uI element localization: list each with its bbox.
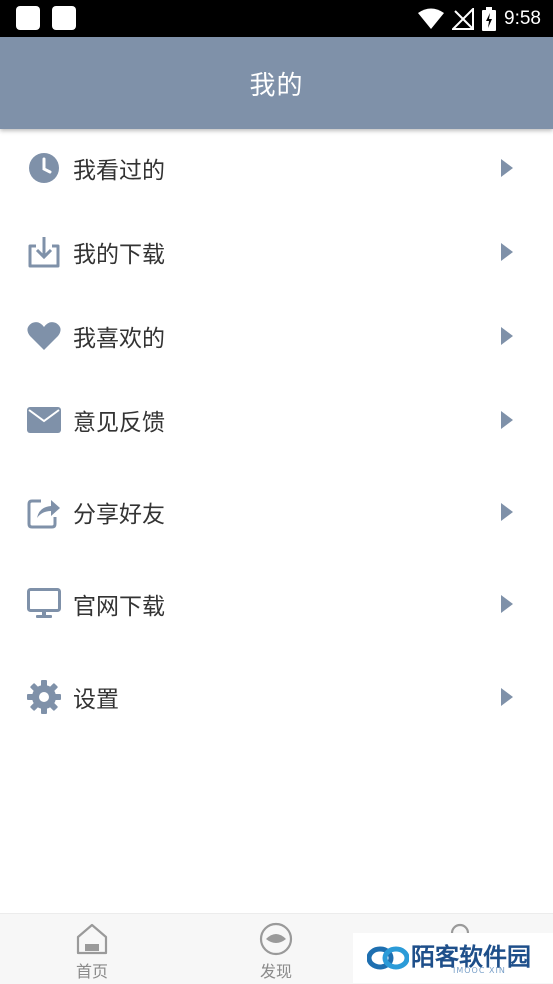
app-header: 我的: [0, 37, 553, 129]
watermark-logo-icon: [367, 946, 409, 970]
menu-item-downloads[interactable]: 我的下载: [0, 222, 553, 282]
battery-charging-icon: [482, 6, 497, 31]
chevron-right-icon: [501, 688, 513, 706]
history-clock-icon: [26, 150, 62, 186]
watermark: 陌客软件园 IMOOC XIN: [353, 933, 553, 983]
menu-item-label: 分享好友: [73, 502, 165, 528]
status-time: 9:58: [504, 7, 541, 29]
menu-item-website-download[interactable]: 官网下载: [0, 574, 553, 634]
tab-label: 发现: [259, 962, 292, 981]
watermark-subtext: IMOOC XIN: [453, 966, 506, 975]
menu-item-label: 官网下载: [73, 594, 165, 620]
menu-item-share[interactable]: 分享好友: [0, 482, 553, 542]
menu-item-label: 我喜欢的: [73, 326, 165, 352]
tab-discover[interactable]: 发现: [216, 914, 336, 984]
no-signal-icon: [452, 7, 475, 30]
home-icon: [76, 923, 108, 955]
tab-label: 首页: [75, 962, 108, 981]
status-bar: 9:58: [0, 0, 553, 37]
envelope-icon: [26, 402, 62, 438]
chevron-right-icon: [501, 327, 513, 345]
chevron-right-icon: [501, 411, 513, 429]
menu-item-history[interactable]: 我看过的: [0, 138, 553, 198]
share-icon: [26, 494, 62, 530]
notification-icon: [16, 6, 40, 30]
page-title: 我的: [249, 70, 304, 101]
heart-icon: [26, 318, 62, 354]
chevron-right-icon: [501, 159, 513, 177]
chevron-right-icon: [501, 243, 513, 261]
discover-icon: [259, 922, 293, 956]
download-icon: [26, 234, 62, 270]
tab-home[interactable]: 首页: [32, 914, 152, 984]
notification-icon: [52, 6, 76, 30]
chevron-right-icon: [501, 503, 513, 521]
gear-icon: [26, 679, 62, 715]
chevron-right-icon: [501, 595, 513, 613]
menu-item-label: 我看过的: [73, 158, 165, 184]
menu-item-settings[interactable]: 设置: [0, 667, 553, 727]
menu-item-label: 意见反馈: [73, 410, 165, 436]
menu-item-label: 我的下载: [73, 242, 165, 268]
wifi-icon: [418, 8, 445, 29]
menu-item-label: 设置: [73, 687, 119, 713]
monitor-icon: [26, 586, 62, 622]
menu-item-feedback[interactable]: 意见反馈: [0, 390, 553, 450]
menu-item-favorites[interactable]: 我喜欢的: [0, 306, 553, 366]
